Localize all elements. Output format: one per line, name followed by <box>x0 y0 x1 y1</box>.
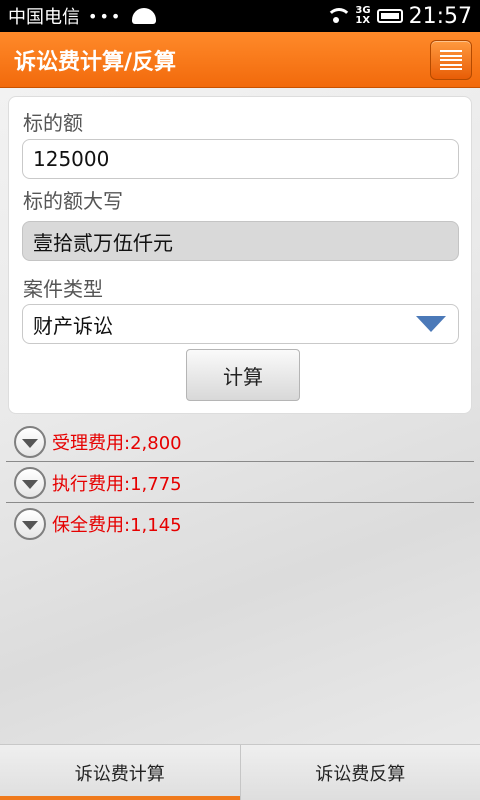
expand-down-icon[interactable] <box>14 508 46 540</box>
amount-upper-label: 标的额大写 <box>23 189 123 213</box>
amount-label: 标的额 <box>23 111 83 135</box>
case-type-label: 案件类型 <box>23 277 103 301</box>
amount-input[interactable]: 125000 <box>22 139 459 179</box>
tab-fee-reverse-calculation[interactable]: 诉讼费反算 <box>239 745 480 800</box>
menu-button[interactable] <box>430 40 472 80</box>
dropdown-arrow-icon <box>416 316 446 332</box>
tab-fee-calculation[interactable]: 诉讼费计算 <box>0 745 240 800</box>
status-bar: 中国电信 ••• 3G 1X 21:57 <box>0 0 480 32</box>
network-bottom-label: 1X <box>355 15 371 26</box>
calculation-form: 标的额 125000 标的额大写 壹拾贰万伍仟元 案件类型 财产诉讼 计算 <box>8 96 472 414</box>
result-row-execution-fee[interactable]: 执行费用:1,775 <box>6 463 474 503</box>
amount-upper-field: 壹拾贰万伍仟元 <box>22 221 459 261</box>
result-row-acceptance-fee[interactable]: 受理费用:2,800 <box>6 422 474 462</box>
case-type-value: 财产诉讼 <box>33 313 113 338</box>
result-row-preservation-fee[interactable]: 保全费用:1,145 <box>6 504 474 544</box>
result-text: 执行费用:1,775 <box>52 473 182 495</box>
notification-dots: ••• <box>88 6 123 26</box>
android-icon <box>132 8 157 24</box>
result-text: 保全费用:1,145 <box>52 515 182 536</box>
bottom-tab-bar: 诉讼费计算 诉讼费反算 <box>0 744 480 800</box>
carrier-name: 中国电信 <box>8 7 80 28</box>
case-type-select[interactable]: 财产诉讼 <box>22 304 459 344</box>
network-indicator: 3G 1X <box>355 6 370 26</box>
title-bar: 诉讼费计算/反算 <box>0 32 480 88</box>
status-clock: 21:57 <box>408 3 472 29</box>
expand-down-icon[interactable] <box>14 466 46 499</box>
menu-icon <box>440 50 462 70</box>
page-title: 诉讼费计算/反算 <box>14 49 177 75</box>
calculate-button[interactable]: 计算 <box>186 349 300 401</box>
battery-icon <box>376 9 403 23</box>
result-text: 受理费用:2,800 <box>52 432 182 454</box>
expand-down-icon[interactable] <box>14 425 46 458</box>
wifi-icon <box>325 8 353 24</box>
